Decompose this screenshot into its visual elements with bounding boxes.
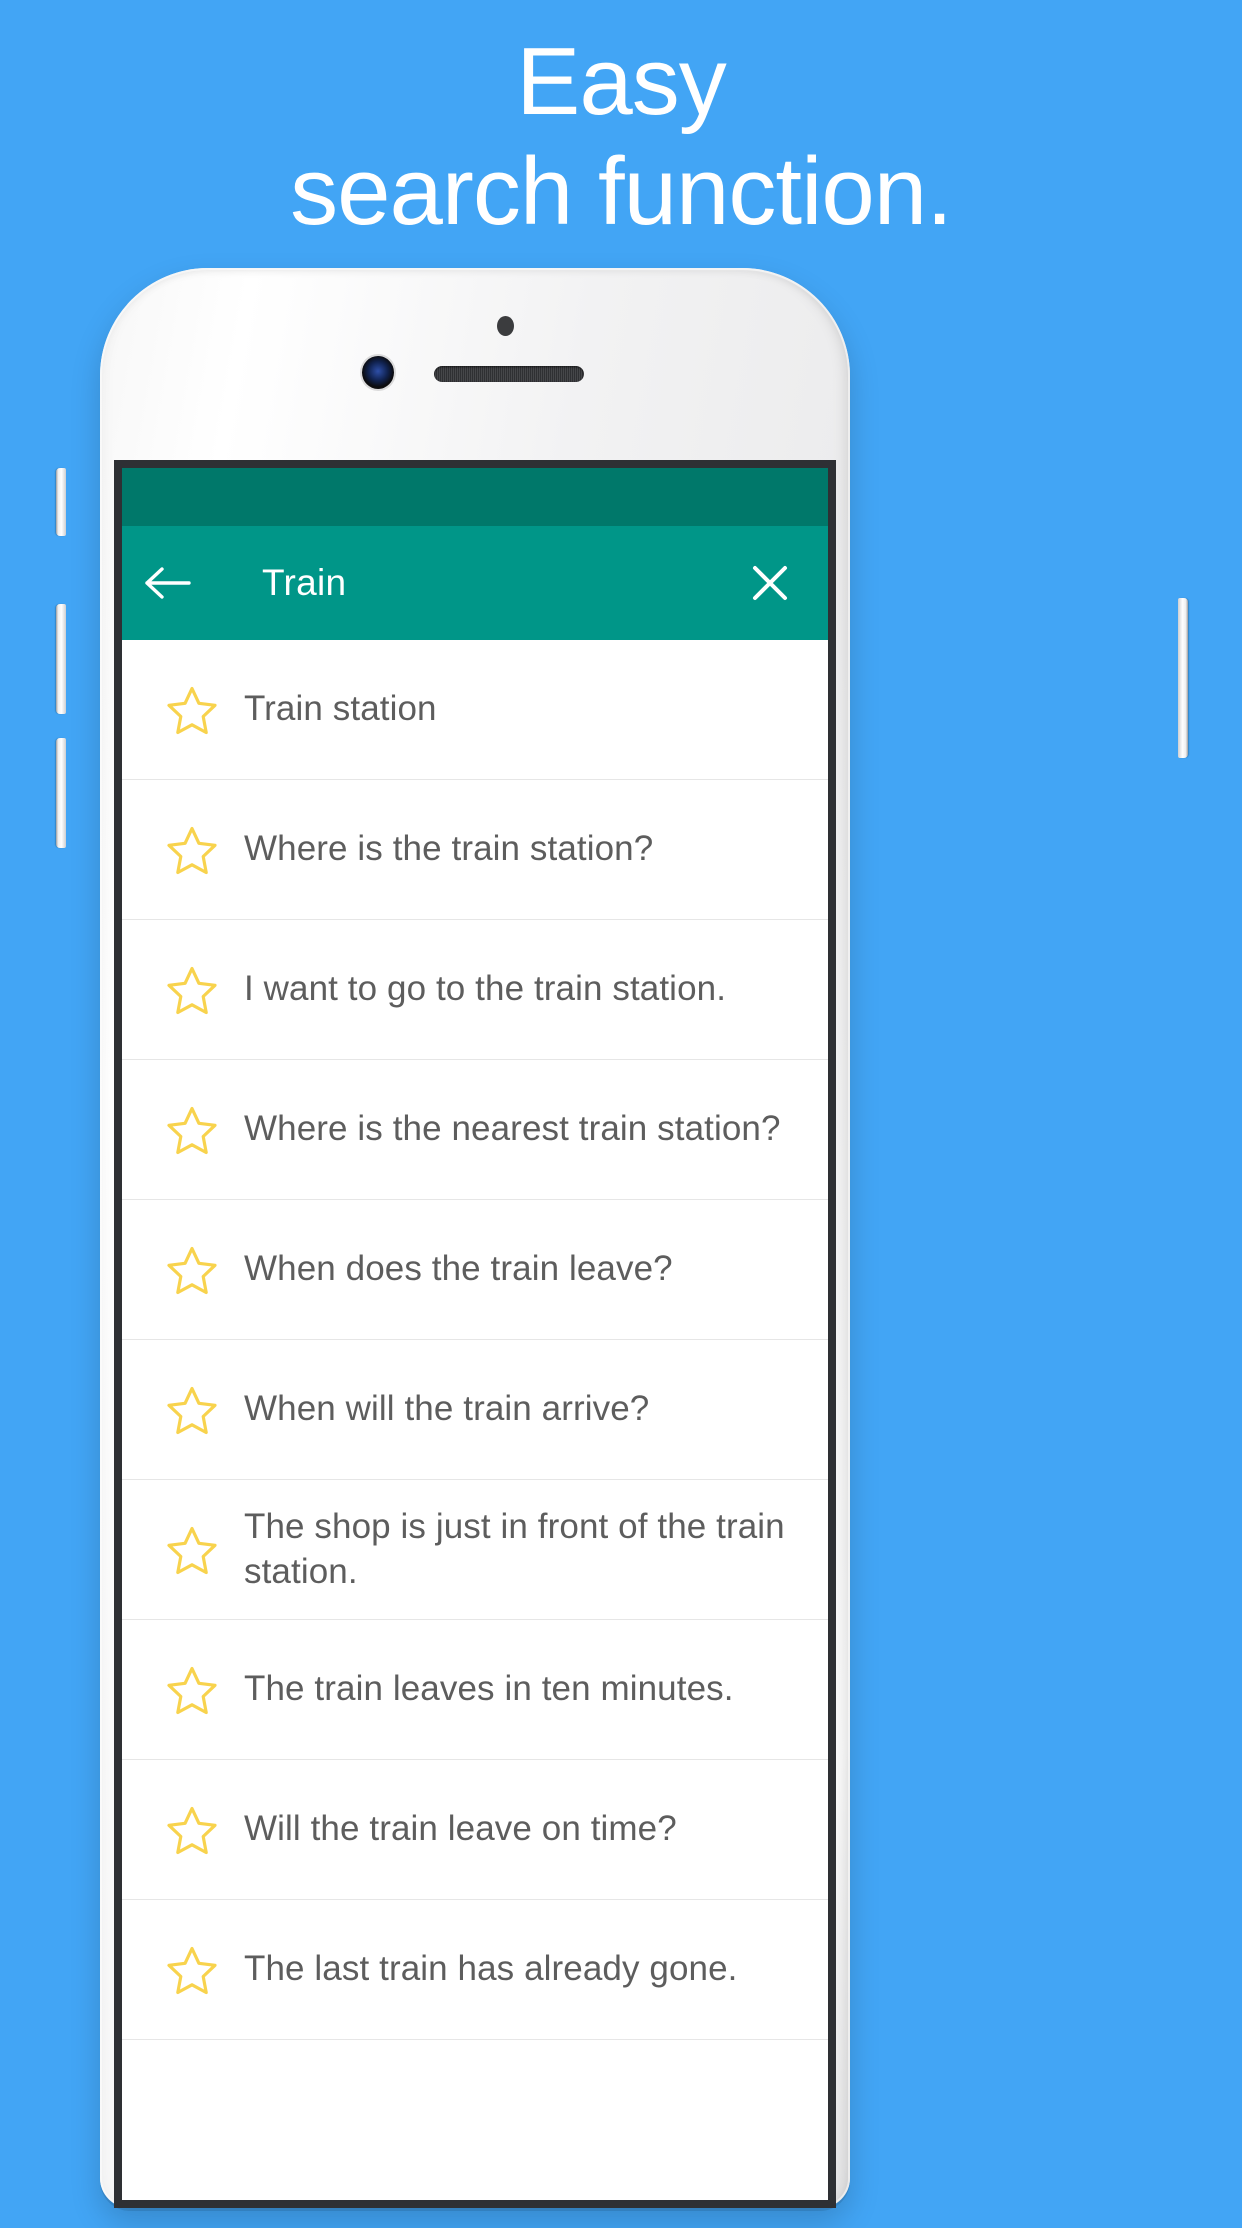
favorite-star-button[interactable] [156, 965, 228, 1015]
list-item[interactable]: When does the train leave? [122, 1200, 828, 1340]
list-item[interactable]: Will the train leave on time? [122, 1760, 828, 1900]
mute-switch-button[interactable] [56, 468, 66, 536]
list-item[interactable]: I want to go to the train station. [122, 920, 828, 1060]
list-item-label: Where is the nearest train station? [244, 1109, 781, 1149]
back-button[interactable] [122, 566, 214, 600]
star-outline-icon [166, 1665, 218, 1715]
favorite-star-button[interactable] [156, 825, 228, 875]
app-viewport: Train Train station Where is the train st… [122, 468, 828, 2200]
star-outline-icon [166, 1385, 218, 1435]
star-outline-icon [166, 685, 218, 735]
volume-down-button[interactable] [56, 738, 66, 848]
earpiece-speaker-icon [434, 366, 584, 382]
list-item-label: Will the train leave on time? [244, 1809, 677, 1849]
phone-screen: Train Train station Where is the train st… [114, 460, 836, 2208]
favorite-star-button[interactable] [156, 1385, 228, 1435]
app-toolbar: Train [122, 526, 828, 640]
star-outline-icon [166, 1245, 218, 1295]
front-camera-icon [362, 356, 394, 389]
favorite-star-button[interactable] [156, 685, 228, 735]
volume-up-button[interactable] [56, 604, 66, 714]
arrow-left-icon [144, 566, 192, 600]
list-item-label: Train station [244, 689, 437, 729]
favorite-star-button[interactable] [156, 1945, 228, 1995]
star-outline-icon [166, 1525, 218, 1575]
list-item[interactable]: Where is the nearest train station? [122, 1060, 828, 1200]
list-item-label: Where is the train station? [244, 829, 654, 869]
promo-headline: Easy search function. [0, 34, 1242, 240]
list-item-label: The train leaves in ten minutes. [244, 1669, 734, 1709]
star-outline-icon [166, 965, 218, 1015]
list-item[interactable]: When will the train arrive? [122, 1340, 828, 1480]
favorite-star-button[interactable] [156, 1525, 228, 1575]
list-item-label: I want to go to the train station. [244, 969, 727, 1009]
headline-line-2: search function. [290, 138, 953, 245]
favorite-star-button[interactable] [156, 1105, 228, 1155]
power-button[interactable] [1178, 598, 1188, 758]
search-results-list[interactable]: Train station Where is the train station?… [122, 640, 828, 2040]
list-item[interactable]: The train leaves in ten minutes. [122, 1620, 828, 1760]
list-item[interactable]: Train station [122, 640, 828, 780]
star-outline-icon [166, 1805, 218, 1855]
star-outline-icon [166, 1105, 218, 1155]
list-item-label: When will the train arrive? [244, 1389, 650, 1429]
status-bar [122, 468, 828, 526]
phone-mockup: Train Train station Where is the train st… [56, 268, 1188, 2228]
list-item-label: The shop is just in front of the train s… [244, 1506, 785, 1591]
favorite-star-button[interactable] [156, 1665, 228, 1715]
close-icon [750, 563, 790, 603]
list-item-label: When does the train leave? [244, 1249, 673, 1289]
list-item[interactable]: The last train has already gone. [122, 1900, 828, 2040]
headline-line-1: Easy [516, 28, 726, 135]
star-outline-icon [166, 1945, 218, 1995]
favorite-star-button[interactable] [156, 1245, 228, 1295]
proximity-sensor-icon [497, 316, 514, 336]
toolbar-title: Train [262, 562, 347, 603]
list-item[interactable]: Where is the train station? [122, 780, 828, 920]
close-button[interactable] [738, 551, 802, 615]
star-outline-icon [166, 825, 218, 875]
favorite-star-button[interactable] [156, 1805, 228, 1855]
list-item-label: The last train has already gone. [244, 1949, 738, 1989]
list-item[interactable]: The shop is just in front of the train s… [122, 1480, 828, 1620]
